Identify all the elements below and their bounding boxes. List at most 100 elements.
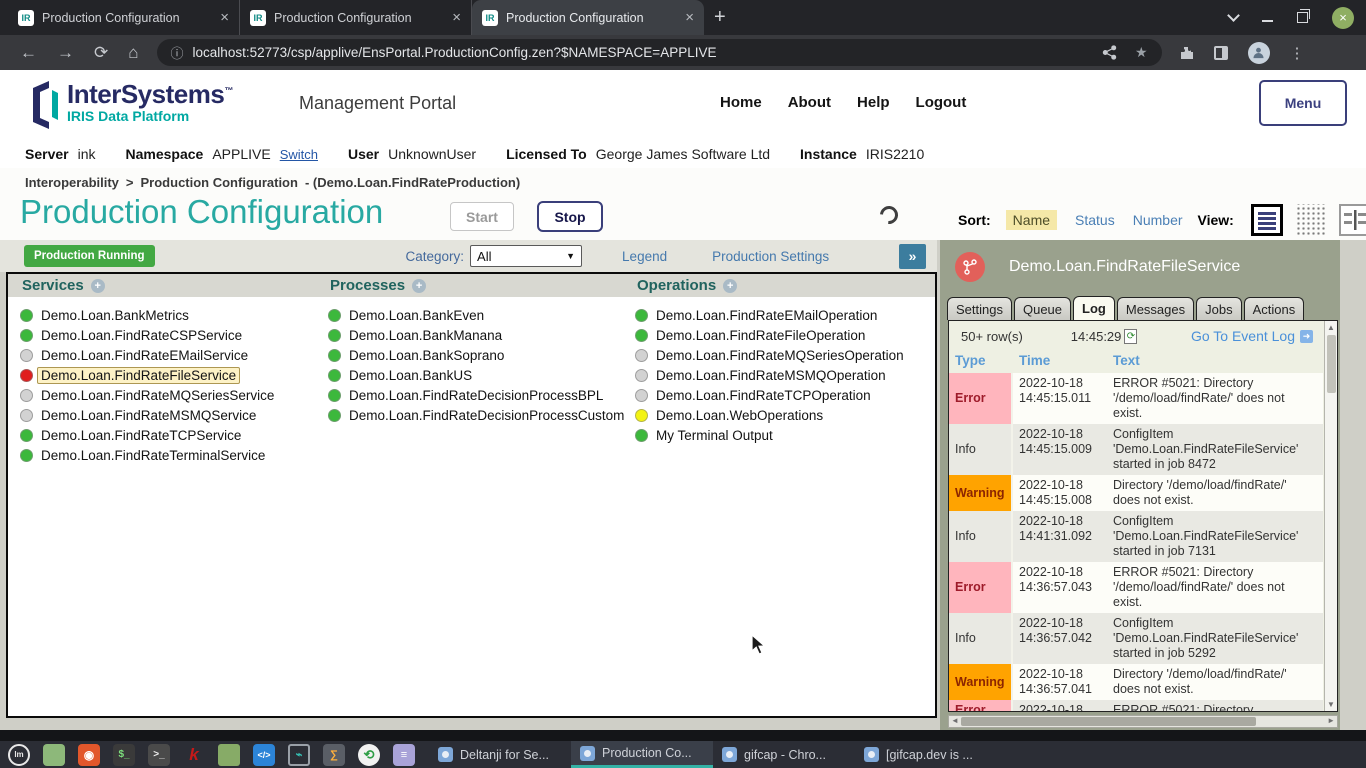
taskbar-window-button[interactable]: gifcap - Chro... — [713, 741, 855, 768]
log-row[interactable]: Info 2022-10-18 14:45:15.009 ConfigItem … — [949, 424, 1323, 475]
category-select[interactable]: All ▼ — [470, 245, 582, 267]
sort-option[interactable]: Status — [1075, 212, 1115, 228]
restore-icon[interactable] — [1297, 12, 1308, 23]
list-view-icon[interactable] — [1251, 204, 1283, 236]
bookmark-star-icon[interactable]: ★ — [1135, 44, 1148, 61]
legend-link[interactable]: Legend — [622, 249, 667, 264]
process-item[interactable]: Demo.Loan.FindRateDecisionProcessBPL — [316, 385, 623, 405]
scrollbar-thumb[interactable] — [1327, 335, 1336, 393]
portal-nav-link[interactable]: Logout — [916, 94, 967, 111]
taskbar-window-button[interactable]: [gifcap.dev is ... — [855, 741, 997, 768]
operation-item[interactable]: Demo.Loan.WebOperations — [623, 405, 935, 425]
horizontal-scrollbar[interactable]: ◄ ► — [948, 715, 1338, 728]
red-app-icon[interactable]: k — [183, 744, 205, 766]
panel-tab[interactable]: Settings — [947, 297, 1012, 320]
service-item[interactable]: Demo.Loan.FindRateEMailService — [8, 345, 316, 365]
operation-item[interactable]: Demo.Loan.FindRateFileOperation — [623, 325, 935, 345]
service-item[interactable]: Demo.Loan.FindRateMSMQService — [8, 405, 316, 425]
chevron-down-icon[interactable] — [1227, 9, 1240, 22]
extensions-puzzle-icon[interactable] — [1178, 45, 1194, 61]
close-window-icon[interactable]: × — [1332, 7, 1354, 29]
tab-close-icon[interactable]: × — [220, 9, 229, 26]
operation-item[interactable]: Demo.Loan.FindRateMQSeriesOperation — [623, 345, 935, 365]
file-manager-icon[interactable] — [218, 744, 240, 766]
minimize-icon[interactable] — [1262, 20, 1273, 22]
process-item[interactable]: Demo.Loan.BankManana — [316, 325, 623, 345]
scroll-down-icon[interactable]: ▼ — [1327, 700, 1335, 709]
terminal-icon[interactable]: $_ — [113, 744, 135, 766]
sort-option[interactable]: Name — [1006, 210, 1057, 230]
log-row[interactable]: Warning 2022-10-18 14:45:15.008 Director… — [949, 475, 1323, 511]
add-operation-icon[interactable]: + — [723, 279, 737, 293]
operation-item[interactable]: Demo.Loan.FindRateTCPOperation — [623, 385, 935, 405]
grid-view-icon[interactable] — [1295, 204, 1327, 236]
refresh-log-icon[interactable]: ⟳ — [1124, 329, 1137, 344]
process-item[interactable]: Demo.Loan.BankSoprano — [316, 345, 623, 365]
production-settings-link[interactable]: Production Settings — [712, 249, 829, 264]
new-tab-button[interactable]: + — [714, 6, 726, 29]
start-button[interactable]: Start — [450, 202, 514, 231]
portal-nav-link[interactable]: Help — [857, 94, 890, 111]
service-item[interactable]: Demo.Loan.FindRateTCPService — [8, 425, 316, 445]
go-to-event-log-link[interactable]: Go To Event Log ➜ — [1191, 328, 1313, 344]
document-app-icon[interactable]: ≡ — [393, 744, 415, 766]
home-icon[interactable]: ⌂ — [128, 43, 138, 63]
back-icon[interactable]: ← — [20, 43, 37, 63]
log-row[interactable]: Info 2022-10-18 14:36:57.042 ConfigItem … — [949, 613, 1323, 664]
menu-button[interactable]: Menu — [1259, 80, 1347, 126]
taskbar-window-button[interactable]: Deltanji for Se... — [429, 741, 571, 768]
log-row[interactable]: Error 2022-10-18 ERROR #5021: Directory — [949, 700, 1323, 712]
tab-close-icon[interactable]: × — [685, 9, 694, 26]
forward-icon[interactable]: → — [57, 43, 74, 63]
breadcrumb-root[interactable]: Interoperability — [25, 175, 119, 190]
browser-tab[interactable]: IR Production Configuration × — [8, 0, 240, 35]
sync-app-icon[interactable]: ⟲ — [358, 744, 380, 766]
log-row[interactable]: Error 2022-10-18 14:45:15.011 ERROR #502… — [949, 373, 1323, 424]
browser-menu-icon[interactable]: ⋮ — [1290, 44, 1305, 62]
mint-menu-icon[interactable]: lm — [8, 744, 30, 766]
browser-tab[interactable]: IR Production Configuration × — [472, 0, 704, 35]
scroll-right-icon[interactable]: ► — [1327, 716, 1335, 725]
log-row[interactable]: Info 2022-10-18 14:41:31.092 ConfigItem … — [949, 511, 1323, 562]
service-item[interactable]: Demo.Loan.BankMetrics — [8, 305, 316, 325]
side-panel-icon[interactable] — [1214, 46, 1228, 60]
scroll-up-icon[interactable]: ▲ — [1327, 323, 1335, 332]
add-service-icon[interactable]: + — [91, 279, 105, 293]
add-process-icon[interactable]: + — [412, 279, 426, 293]
scrollbar-thumb-horizontal[interactable] — [961, 717, 1256, 726]
switch-namespace-link[interactable]: Switch — [280, 147, 318, 162]
panel-tab[interactable]: Log — [1073, 296, 1115, 320]
code-editor-icon[interactable]: </> — [253, 744, 275, 766]
expand-panel-button[interactable]: » — [899, 244, 926, 269]
reload-icon[interactable]: ⟳ — [94, 43, 108, 63]
panel-tab[interactable]: Messages — [1117, 297, 1194, 320]
address-bar[interactable]: ⓘ localhost:52773/csp/applive/EnsPortal.… — [157, 39, 1162, 66]
sort-option[interactable]: Number — [1133, 212, 1183, 228]
portal-nav-link[interactable]: Home — [720, 94, 762, 111]
operation-item[interactable]: Demo.Loan.FindRateMSMQOperation — [623, 365, 935, 385]
taskbar-window-button[interactable]: Production Co... — [571, 741, 713, 768]
panel-tab[interactable]: Queue — [1014, 297, 1071, 320]
share-icon[interactable] — [1102, 45, 1117, 60]
window-manager-icon[interactable] — [43, 744, 65, 766]
portal-nav-link[interactable]: About — [788, 94, 831, 111]
tab-close-icon[interactable]: × — [452, 9, 461, 26]
service-item[interactable]: Demo.Loan.FindRateTerminalService — [8, 445, 316, 465]
operation-item[interactable]: My Terminal Output — [623, 425, 935, 445]
operation-item[interactable]: Demo.Loan.FindRateEMailOperation — [623, 305, 935, 325]
log-row[interactable]: Error 2022-10-18 14:36:57.043 ERROR #502… — [949, 562, 1323, 613]
panel-tab[interactable]: Jobs — [1196, 297, 1241, 320]
panel-tab[interactable]: Actions — [1244, 297, 1305, 320]
service-item[interactable]: Demo.Loan.FindRateCSPService — [8, 325, 316, 345]
terminal-alt-icon[interactable]: >_ — [148, 744, 170, 766]
site-info-icon[interactable]: ⓘ — [171, 43, 184, 62]
process-item[interactable]: Demo.Loan.BankEven — [316, 305, 623, 325]
stop-button[interactable]: Stop — [537, 201, 603, 232]
calculator-icon[interactable]: ∑ — [323, 744, 345, 766]
log-row[interactable]: Warning 2022-10-18 14:36:57.041 Director… — [949, 664, 1323, 700]
browser-tab[interactable]: IR Production Configuration × — [240, 0, 472, 35]
scroll-left-icon[interactable]: ◄ — [951, 716, 959, 725]
vertical-scrollbar[interactable]: ▲ ▼ — [1324, 321, 1337, 711]
process-item[interactable]: Demo.Loan.FindRateDecisionProcessCustom — [316, 405, 623, 425]
service-item[interactable]: Demo.Loan.FindRateMQSeriesService — [8, 385, 316, 405]
